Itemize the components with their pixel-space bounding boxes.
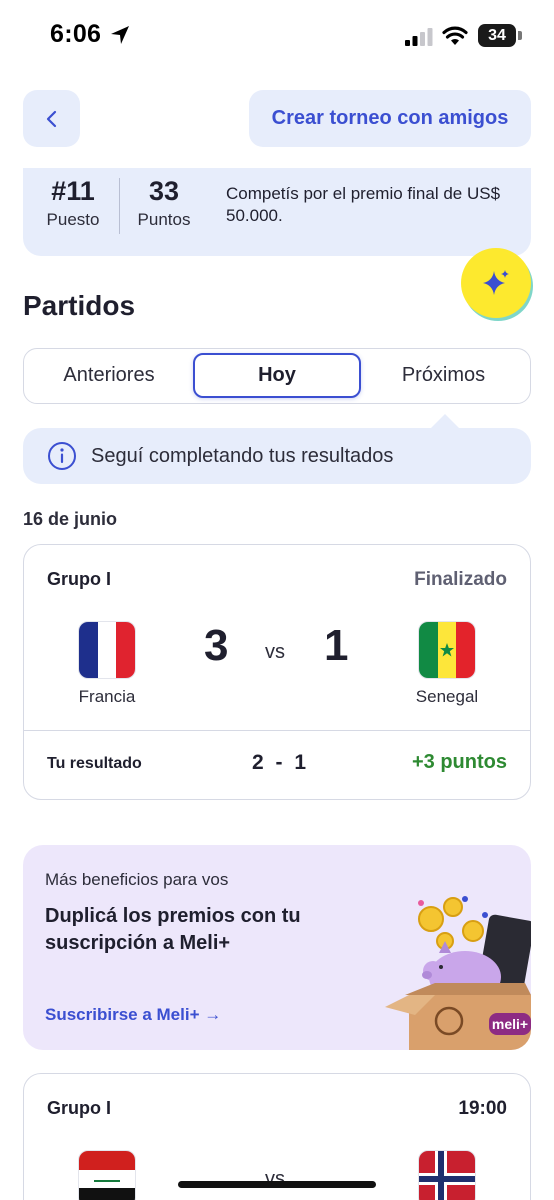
section-title: Partidos <box>23 290 136 321</box>
norway-flag <box>418 1150 476 1200</box>
match-time: 19:00 <box>458 1098 507 1119</box>
battery-indicator: 34 <box>478 24 516 47</box>
senegal-flag <box>418 621 476 679</box>
your-result-label: Tu resultado <box>47 755 142 772</box>
subscribe-link[interactable]: Suscribirse a Meli+ → <box>45 1005 221 1025</box>
match-card[interactable]: Grupo I Finalizado Francia 3 vs 1 Senega… <box>23 544 531 800</box>
promo-title: Duplicá los premios con tu suscripción a… <box>45 905 301 954</box>
away-team-name: Senegal <box>415 687 479 706</box>
info-icon <box>48 442 76 470</box>
position-label: Puesto <box>46 210 100 229</box>
iraq-emblem-icon <box>94 1176 120 1182</box>
position-value: #11 <box>51 176 95 206</box>
home-team-name: Francia <box>78 687 136 706</box>
away-score: 1 <box>324 621 349 670</box>
meli-plus-badge: meli+ <box>492 1016 528 1032</box>
points-label: Puntos <box>137 210 191 229</box>
info-text: Seguí completando tus resultados <box>91 444 394 467</box>
home-indicator <box>178 1181 376 1188</box>
senegal-star-icon <box>440 643 454 657</box>
info-pointer <box>430 414 460 429</box>
match-group: Grupo I <box>47 1098 111 1118</box>
match-divider <box>24 730 530 731</box>
tab-anteriores[interactable]: Anteriores <box>24 349 194 402</box>
piggy-bank-illustration: meli+ <box>385 896 531 1050</box>
sparkle-icon <box>483 270 509 295</box>
sparkle-button[interactable] <box>461 248 531 318</box>
info-banner: Seguí completando tus resultados <box>23 428 531 484</box>
signal-icon <box>405 28 433 46</box>
status-bar: 6:06 34 <box>0 0 554 70</box>
status-time: 6:06 <box>50 20 102 48</box>
ranking-card: #11 Puesto 33 Puntos Competís por el pre… <box>23 168 531 256</box>
prize-description: Competís por el premio final de US$ 50.0… <box>226 184 501 225</box>
location-arrow-icon <box>111 26 129 44</box>
points-earned: +3 puntos <box>411 751 507 773</box>
your-result-score: 2 - 1 <box>252 751 307 774</box>
france-flag <box>78 621 136 679</box>
position-stat: #11 Puesto <box>43 176 103 230</box>
meli-plus-promo[interactable]: Más beneficios para vos Duplicá los prem… <box>23 845 531 1050</box>
create-tournament-button[interactable]: Crear torneo con amigos <box>249 90 531 147</box>
battery-tip <box>518 31 522 40</box>
iraq-flag <box>78 1150 136 1200</box>
vs-label: vs <box>265 641 285 663</box>
home-score: 3 <box>204 621 229 670</box>
date-label: 16 de junio <box>23 509 118 529</box>
tab-proximos[interactable]: Próximos <box>358 349 529 402</box>
points-value: 33 <box>148 176 180 206</box>
points-stat: 33 Puntos <box>131 176 197 230</box>
promo-eyebrow: Más beneficios para vos <box>45 870 229 889</box>
back-button[interactable] <box>23 90 80 147</box>
match-tabs: Anteriores Hoy Próximos <box>23 348 531 404</box>
stat-divider <box>119 178 120 234</box>
match-status: Finalizado <box>414 569 507 590</box>
tab-hoy[interactable]: Hoy <box>193 353 361 398</box>
back-chevron-icon <box>46 110 56 127</box>
match-group: Grupo I <box>47 569 111 589</box>
wifi-icon <box>442 26 468 45</box>
